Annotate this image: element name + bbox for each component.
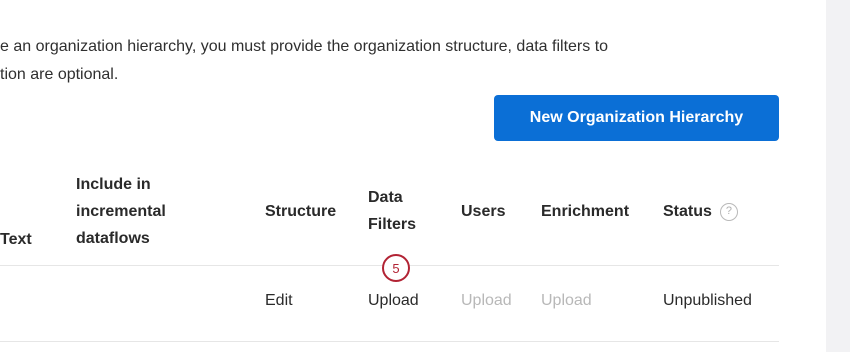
description-line-1: e an organization hierarchy, you must pr…	[0, 38, 609, 55]
column-header-text: Text	[0, 231, 32, 248]
new-organization-hierarchy-button[interactable]: New Organization Hierarchy	[494, 95, 779, 141]
question-mark-icon[interactable]: ?	[719, 202, 738, 221]
row-divider	[0, 341, 779, 342]
column-header-include-incremental: Include in incremental dataflows	[76, 176, 166, 247]
column-header-status: Status ?	[663, 198, 738, 225]
column-header-structure: Structure	[265, 203, 337, 220]
main-content: e an organization hierarchy, you must pr…	[0, 0, 826, 352]
right-side-panel	[826, 0, 850, 352]
column-header-data-filters: Data Filters	[368, 189, 417, 233]
users-upload-link: Upload	[461, 292, 512, 309]
step-number-marker: 5	[382, 254, 410, 282]
status-header-label: Status	[663, 203, 712, 220]
column-header-users: Users	[461, 203, 506, 220]
data-filters-upload-link[interactable]: Upload	[368, 292, 419, 310]
status-value: Unpublished	[663, 292, 752, 309]
column-header-enrichment: Enrichment	[541, 203, 630, 220]
page-description: e an organization hierarchy, you must pr…	[0, 33, 608, 89]
description-line-2: tion are optional.	[0, 66, 119, 83]
enrichment-upload-link: Upload	[541, 292, 592, 309]
structure-edit-link[interactable]: Edit	[265, 292, 293, 310]
